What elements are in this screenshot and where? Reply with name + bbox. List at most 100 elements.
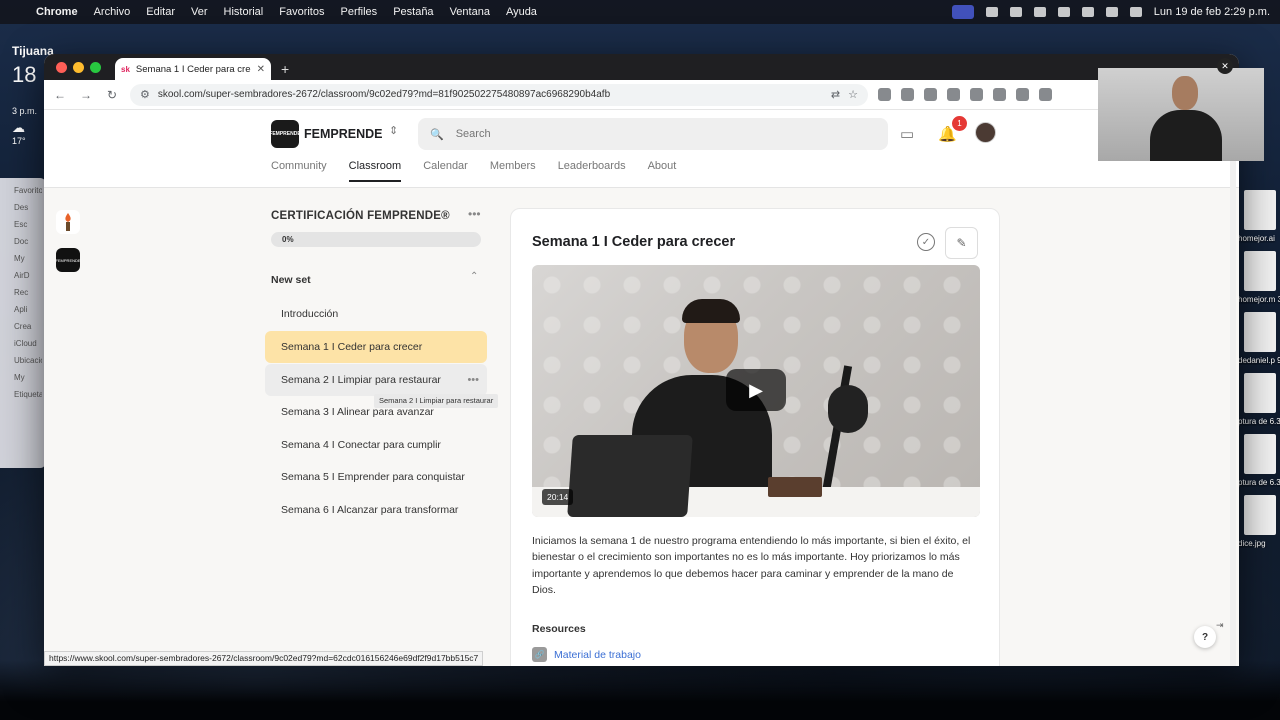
file-thumbnail[interactable] — [1244, 434, 1276, 474]
menu-ventana[interactable]: Ventana — [450, 6, 490, 18]
volume-icon[interactable] — [1057, 7, 1070, 17]
download-icon[interactable] — [1016, 88, 1029, 101]
help-button[interactable]: ? — [1194, 626, 1216, 648]
page-scrollbar[interactable] — [1230, 110, 1236, 666]
finder-item[interactable]: Rec — [14, 288, 42, 297]
tab-leaderboards[interactable]: Leaderboards — [558, 160, 626, 182]
tab-members[interactable]: Members — [490, 160, 536, 182]
finder-item[interactable]: Des — [14, 203, 42, 212]
menu-chrome[interactable]: Chrome — [36, 6, 78, 18]
finder-item[interactable]: Ubicacio — [14, 356, 42, 365]
sidepanel-icon[interactable] — [1039, 88, 1052, 101]
lesson-options-icon[interactable]: ••• — [467, 374, 479, 386]
finder-item[interactable]: Etiquetas — [14, 390, 42, 399]
file-label[interactable]: ptura de 6.3...6.03 a. — [1236, 417, 1280, 426]
search-bar[interactable]: 🔍 — [418, 118, 888, 150]
menu-perfiles[interactable]: Perfiles — [341, 6, 378, 18]
wifi-icon[interactable] — [1129, 7, 1142, 17]
file-thumbnail[interactable] — [1244, 373, 1276, 413]
finder-item[interactable]: Favoritos — [14, 186, 42, 195]
course-options-icon[interactable]: ••• — [468, 207, 481, 221]
back-icon[interactable]: ← — [52, 88, 68, 102]
extension-icon[interactable] — [878, 88, 891, 101]
user-avatar[interactable] — [975, 122, 996, 143]
maximize-window-icon[interactable] — [90, 61, 101, 73]
file-thumbnail[interactable] — [1244, 312, 1276, 352]
tab-community[interactable]: Community — [271, 160, 327, 182]
audio-icon[interactable] — [1033, 7, 1046, 17]
menu-pestana[interactable]: Pestaña — [393, 6, 433, 18]
community-name[interactable]: FEMPRENDE — [304, 127, 382, 141]
menu-ver[interactable]: Ver — [191, 6, 208, 18]
resource-link-label[interactable]: Material de trabajo — [554, 649, 641, 661]
finder-item[interactable]: Crea — [14, 322, 42, 331]
file-thumbnail[interactable] — [1244, 251, 1276, 291]
extension-icon[interactable] — [970, 88, 983, 101]
menu-archivo[interactable]: Archivo — [94, 6, 131, 18]
finder-item[interactable]: My — [14, 373, 42, 382]
lesson-item-semana-5[interactable]: Semana 5 I Emprender para conquistar — [265, 461, 487, 493]
lesson-item-introduccion[interactable]: Introducción — [265, 298, 487, 330]
edit-pencil-icon[interactable]: ✎ — [945, 227, 978, 259]
menu-editar[interactable]: Editar — [146, 6, 175, 18]
community-torch-icon[interactable] — [56, 210, 80, 234]
set-title[interactable]: New set — [271, 274, 311, 286]
new-tab-icon[interactable]: + — [281, 58, 289, 80]
close-window-icon[interactable] — [56, 61, 67, 73]
menubar-clock[interactable]: Lun 19 de feb 2:29 p.m. — [1154, 6, 1270, 18]
resource-link[interactable]: 🔗 Material de trabajo — [532, 647, 641, 662]
file-thumbnail[interactable] — [1244, 495, 1276, 535]
lesson-item-semana-2[interactable]: Semana 2 I Limpiar para restaurar ••• — [265, 364, 487, 396]
chevron-up-icon[interactable]: ⌃ — [470, 271, 478, 282]
extension-icon[interactable] — [947, 88, 960, 101]
video-player[interactable]: ▶ 20:14 — [532, 265, 980, 517]
lesson-item-semana-4[interactable]: Semana 4 I Conectar para cumplir — [265, 429, 487, 461]
tab-classroom[interactable]: Classroom — [348, 160, 402, 182]
extension-icon[interactable] — [924, 88, 937, 101]
translate-icon[interactable]: ⇄ — [831, 88, 840, 101]
minimize-window-icon[interactable] — [73, 61, 84, 73]
reload-icon[interactable]: ↻ — [104, 88, 120, 102]
battery-icon[interactable] — [1081, 7, 1094, 17]
puzzle-icon[interactable] — [993, 88, 1006, 101]
url-text[interactable]: skool.com/super-sembradores-2672/classro… — [158, 89, 823, 100]
screen-share-icon[interactable] — [951, 5, 974, 19]
browser-tab[interactable]: sk Semana 1 I Ceder para crecer ✕ — [115, 58, 271, 80]
spotlight-icon[interactable] — [1105, 7, 1118, 17]
close-tab-icon[interactable]: ✕ — [257, 64, 265, 75]
bookmark-star-icon[interactable]: ☆ — [848, 88, 858, 101]
lesson-item-semana-1[interactable]: Semana 1 I Ceder para crecer — [265, 331, 487, 363]
finder-item[interactable]: Esc — [14, 220, 42, 229]
file-thumbnail[interactable] — [1244, 190, 1276, 230]
menu-ayuda[interactable]: Ayuda — [506, 6, 537, 18]
forward-icon[interactable]: → — [78, 88, 94, 102]
file-label[interactable]: homejor.m 3 — [1236, 295, 1280, 304]
menu-historial[interactable]: Historial — [224, 6, 264, 18]
close-icon[interactable]: ✕ — [1217, 58, 1233, 74]
address-bar[interactable]: ⚙ skool.com/super-sembradores-2672/class… — [130, 83, 868, 106]
community-femprende-icon[interactable]: FEMPRENDE — [55, 248, 81, 272]
mark-complete-icon[interactable]: ✓ — [917, 233, 935, 251]
menu-favoritos[interactable]: Favoritos — [279, 6, 324, 18]
lesson-item-semana-6[interactable]: Semana 6 I Alcanzar para transformar — [265, 494, 487, 526]
finder-item[interactable]: Doc — [14, 237, 42, 246]
file-label[interactable]: dice.jpg — [1236, 539, 1280, 548]
community-switcher-icon[interactable]: ⇕ — [389, 124, 398, 137]
finder-item[interactable]: AirD — [14, 271, 42, 280]
notification-icon[interactable] — [1009, 7, 1022, 17]
site-settings-icon[interactable]: ⚙ — [140, 88, 150, 101]
file-label[interactable]: ptura de 6.36 a. — [1236, 478, 1280, 487]
finder-item[interactable]: My — [14, 254, 42, 263]
finder-item[interactable]: iCloud — [14, 339, 42, 348]
tab-about[interactable]: About — [648, 160, 677, 182]
play-icon[interactable]: ▶ — [726, 369, 786, 411]
file-label[interactable]: homejor.ai — [1236, 234, 1280, 243]
file-label[interactable]: dedaniel.p 9 — [1236, 356, 1280, 365]
community-logo[interactable]: FEMPRENDE — [269, 120, 301, 148]
extension-icon[interactable] — [901, 88, 914, 101]
collapse-panel-icon[interactable]: ⇥ — [1216, 620, 1224, 631]
cloud-icon[interactable] — [985, 7, 998, 17]
finder-item[interactable]: Apli — [14, 305, 42, 314]
search-input[interactable] — [455, 128, 856, 140]
tab-calendar[interactable]: Calendar — [423, 160, 468, 182]
